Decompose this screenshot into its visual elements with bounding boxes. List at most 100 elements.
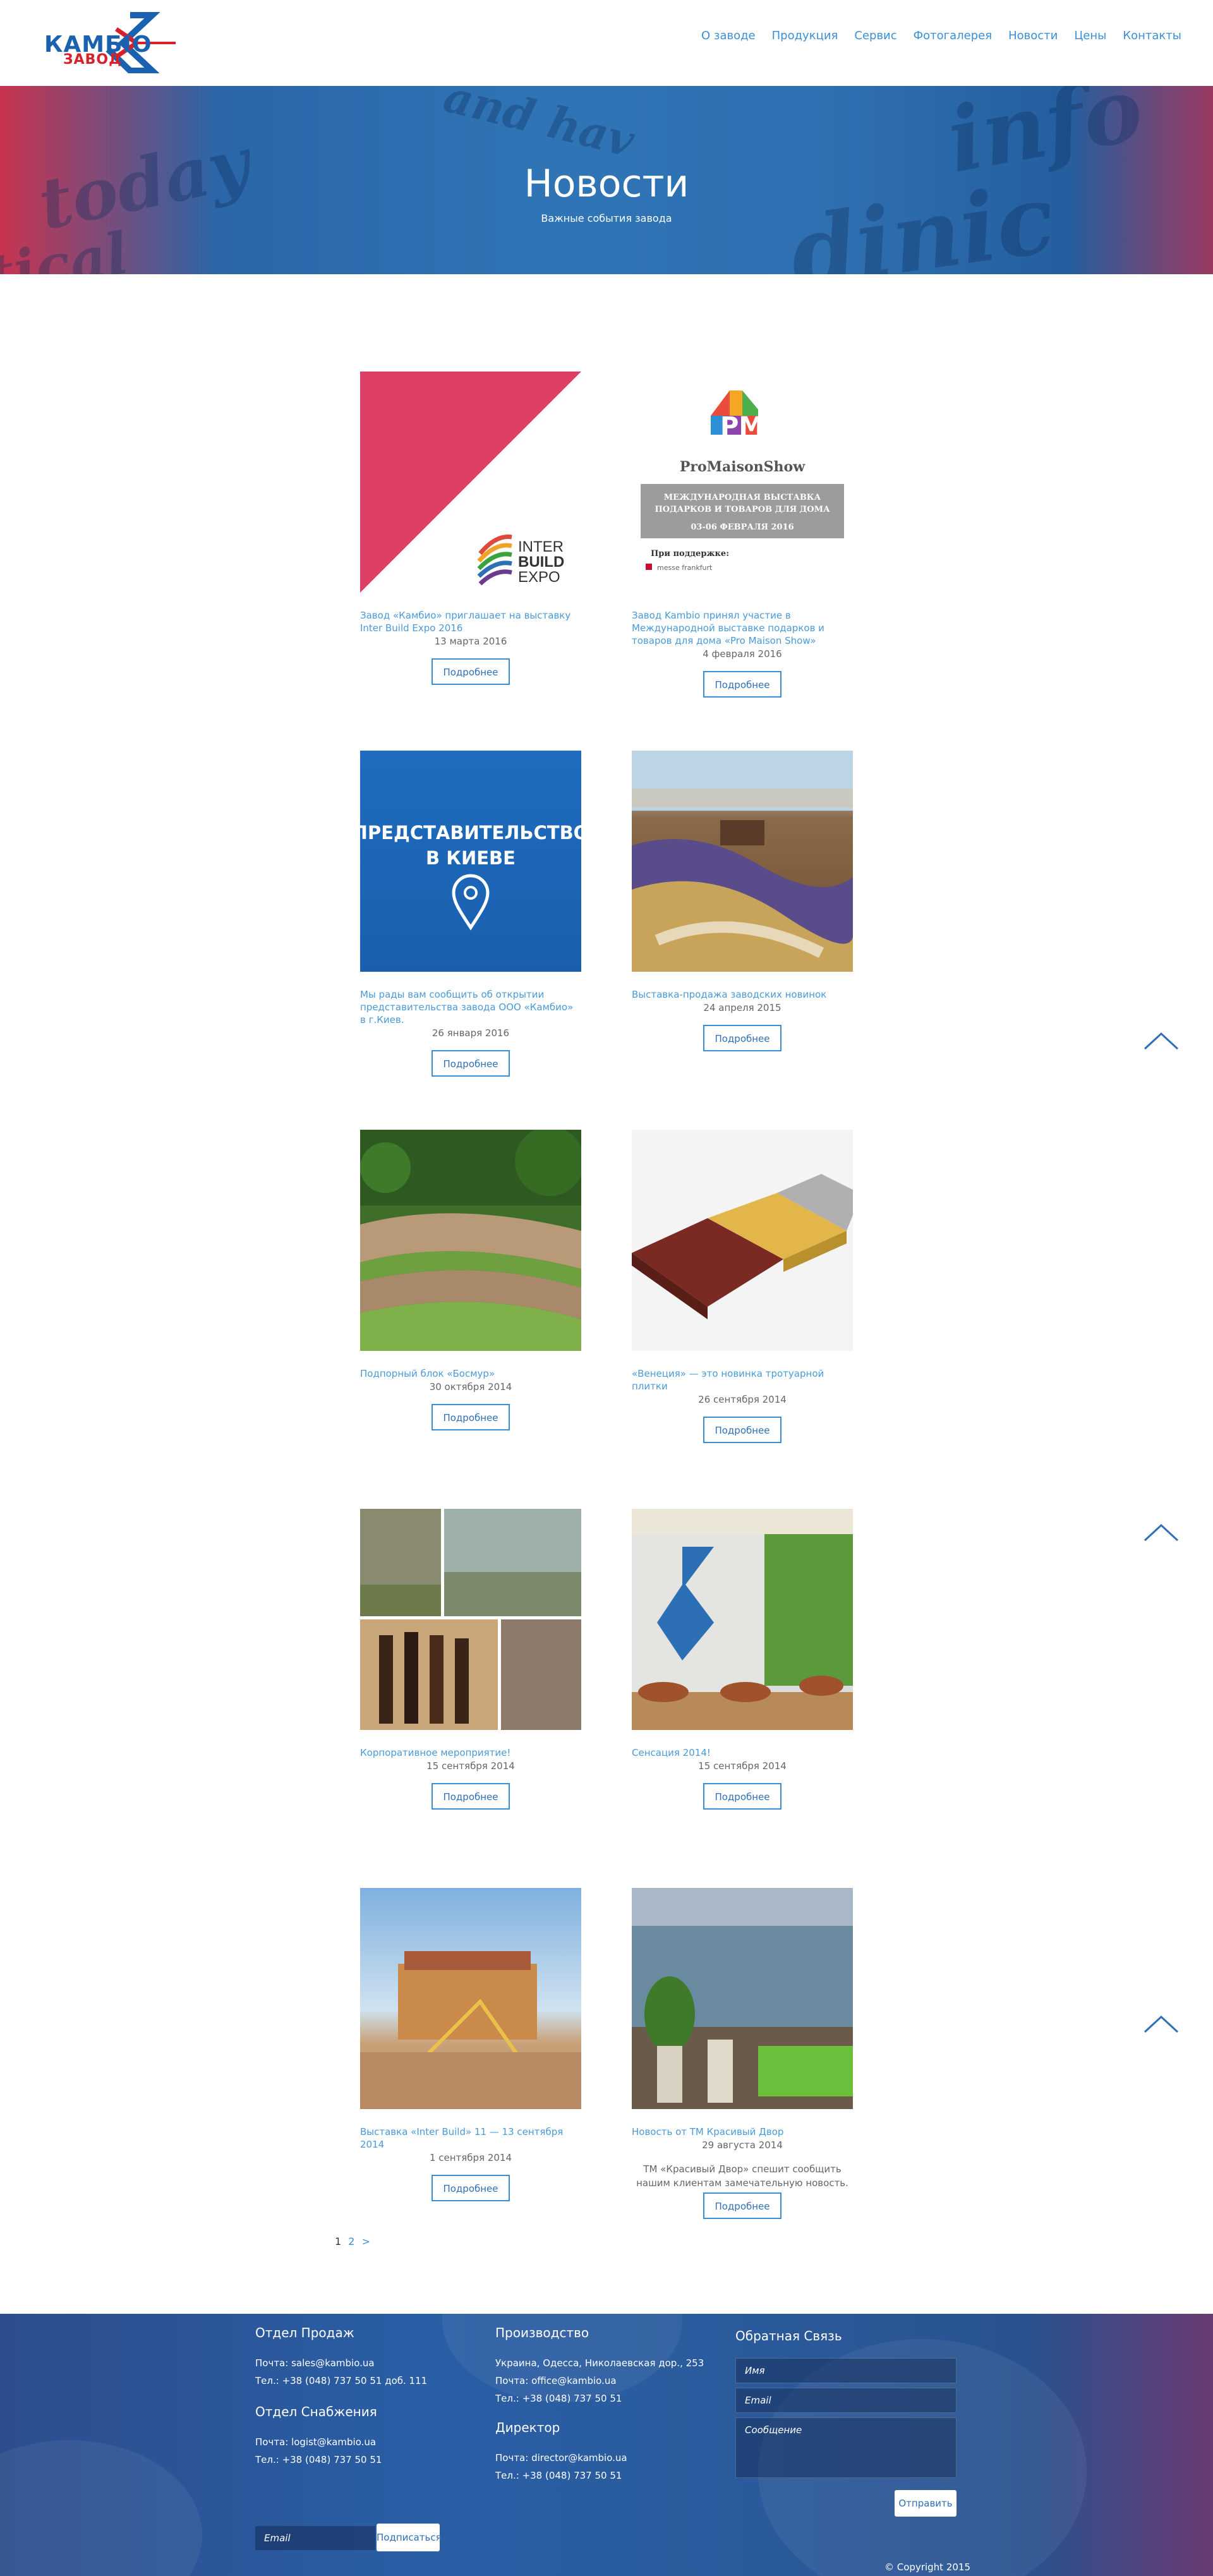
news-image-corporate-event[interactable] bbox=[360, 1509, 581, 1730]
news-date: 24 апреля 2015 bbox=[703, 1002, 782, 1013]
feedback-email-input[interactable]: Email bbox=[735, 2388, 957, 2413]
nav-prices[interactable]: Цены bbox=[1074, 29, 1106, 42]
more-button[interactable]: Подробнее bbox=[703, 1025, 782, 1051]
footer-supply-mail[interactable]: Почта: logist@kambio.ua bbox=[255, 2433, 382, 2451]
logo-word-zavod: ЗАВОД bbox=[63, 52, 122, 68]
site-header: КАМБІО ЗАВОД О заводе Продукция Сервис Ф… bbox=[0, 0, 1213, 86]
news-image-bosmur[interactable] bbox=[360, 1130, 581, 1351]
footer-sales: Отдел Продаж Почта: sales@kambio.ua Тел.… bbox=[255, 2325, 427, 2390]
more-button[interactable]: Подробнее bbox=[431, 1050, 510, 1077]
logo[interactable]: КАМБІО ЗАВОД bbox=[42, 10, 176, 73]
news-date: 15 сентября 2014 bbox=[698, 1760, 787, 1772]
svg-text:messe frankfurt: messe frankfurt bbox=[657, 564, 713, 572]
footer-production-title: Производство bbox=[495, 2325, 589, 2340]
footer-sales-phone: Тел.: +38 (048) 737 50 51 доб. 111 bbox=[255, 2375, 428, 2386]
page-title: Новости bbox=[524, 162, 689, 206]
footer-director-mail[interactable]: Почта: director@kambio.ua bbox=[495, 2449, 627, 2467]
scroll-up-icon[interactable] bbox=[1144, 1523, 1179, 1542]
news-title[interactable]: Выставка «Inter Build» 11 — 13 сентября … bbox=[360, 2126, 581, 2151]
svg-text:МЕЖДУНАРОДНАЯ ВЫСТАВКА: МЕЖДУНАРОДНАЯ ВЫСТАВКА bbox=[664, 493, 821, 502]
more-button[interactable]: Подробнее bbox=[703, 2192, 782, 2219]
news-date: 1 сентября 2014 bbox=[429, 2152, 512, 2163]
nav-gallery[interactable]: Фотогалерея bbox=[914, 29, 992, 42]
nav-about[interactable]: О заводе bbox=[701, 29, 756, 42]
news-date: 26 сентября 2014 bbox=[698, 1394, 787, 1405]
feedback-message-textarea[interactable]: Сообщение bbox=[735, 2417, 957, 2478]
more-button[interactable]: Подробнее bbox=[431, 658, 510, 685]
more-button[interactable]: Подробнее bbox=[431, 1783, 510, 1810]
news-date: 4 февраля 2016 bbox=[703, 648, 782, 660]
copyright: © Copyright 2015 bbox=[884, 2561, 971, 2573]
news-title[interactable]: Корпоративное мероприятие! bbox=[360, 1746, 581, 1759]
page-subtitle: Важные события завода bbox=[541, 212, 672, 224]
news-title[interactable]: Сенсация 2014! bbox=[632, 1746, 853, 1759]
news-title[interactable]: «Венеция» — это новинка тротуарной плитк… bbox=[632, 1367, 853, 1393]
svg-text:EXPO: EXPO bbox=[518, 569, 560, 586]
news-card: «Венеция» — это новинка тротуарной плитк… bbox=[632, 1130, 853, 1443]
news-date: 26 января 2016 bbox=[431, 1027, 510, 1039]
footer-production-mail[interactable]: Почта: office@kambio.ua bbox=[495, 2372, 704, 2390]
more-button[interactable]: Подробнее bbox=[703, 1417, 782, 1443]
news-date: 30 октября 2014 bbox=[429, 1381, 512, 1393]
footer-director-phone: Тел.: +38 (048) 737 50 51 bbox=[495, 2470, 622, 2481]
svg-text:03-06 ФЕВРАЛЯ 2016: 03-06 ФЕВРАЛЯ 2016 bbox=[691, 523, 794, 532]
kiev-office-graphic: ПРЕДСТАВИТЕЛЬСТВО В КИЕВЕ bbox=[360, 822, 581, 931]
svg-text:ПОДАРКОВ И ТОВАРОВ ДЛЯ ДОМА: ПОДАРКОВ И ТОВАРОВ ДЛЯ ДОМА bbox=[655, 505, 830, 514]
news-title[interactable]: Завод «Камбио» приглашает на выставку In… bbox=[360, 609, 581, 634]
nav-products[interactable]: Продукция bbox=[772, 29, 838, 42]
news-card: Выставка-продажа заводских новинок 24 ап… bbox=[632, 751, 853, 1051]
news-date: 29 августа 2014 bbox=[702, 2139, 783, 2151]
more-button[interactable]: Подробнее bbox=[703, 1783, 782, 1810]
news-title[interactable]: Выставка-продажа заводских новинок bbox=[632, 988, 853, 1001]
svg-text:INTER: INTER bbox=[518, 538, 564, 555]
page-banner: today tical and hav dinic info Новости В… bbox=[0, 86, 1213, 274]
news-date: 13 марта 2016 bbox=[434, 636, 507, 647]
news-card: Выставка «Inter Build» 11 — 13 сентября … bbox=[360, 1888, 581, 2201]
more-button[interactable]: Подробнее bbox=[703, 671, 782, 698]
svg-text:BUILD: BUILD bbox=[518, 553, 564, 571]
feedback-title: Обратная Связь bbox=[735, 2328, 842, 2343]
subscribe-email-input[interactable]: Email bbox=[255, 2526, 375, 2550]
footer-production-phone: Тел.: +38 (048) 737 50 51 bbox=[495, 2393, 622, 2404]
news-image-promaisonshow[interactable]: PMS ProMaisonShow МЕЖДУНАРОДНАЯ ВЫСТАВКА… bbox=[632, 372, 853, 593]
news-title[interactable]: Мы рады вам сообщить об открытии предста… bbox=[360, 988, 581, 1026]
nav-service[interactable]: Сервис bbox=[854, 29, 896, 42]
scroll-up-icon[interactable] bbox=[1144, 2014, 1179, 2033]
subscribe-button[interactable]: Подписаться bbox=[377, 2524, 442, 2551]
footer-feedback: Обратная Связь bbox=[735, 2328, 842, 2357]
page-2-link[interactable]: 2 bbox=[348, 2235, 354, 2247]
news-date: 15 сентября 2014 bbox=[426, 1760, 515, 1772]
footer-supply: Отдел Снабжения Почта: logist@kambio.ua … bbox=[255, 2404, 382, 2469]
feedback-send-button[interactable]: Отправить bbox=[895, 2490, 957, 2517]
nav-news[interactable]: Новости bbox=[1008, 29, 1058, 42]
news-title[interactable]: Новость от ТМ Красивый Двор bbox=[632, 2126, 853, 2138]
page-current: 1 bbox=[335, 2235, 342, 2247]
pms-graphic: PMS ProMaisonShow МЕЖДУНАРОДНАЯ ВЫСТАВКА… bbox=[641, 390, 844, 572]
more-button[interactable]: Подробнее bbox=[431, 1404, 510, 1430]
news-title[interactable]: Подпорный блок «Босмур» bbox=[360, 1367, 581, 1380]
footer-supply-title: Отдел Снабжения bbox=[255, 2404, 377, 2419]
news-image-venice-tile[interactable] bbox=[632, 1130, 853, 1351]
news-image-krasivy-dvor[interactable] bbox=[632, 1888, 853, 2109]
footer-sales-mail[interactable]: Почта: sales@kambio.ua bbox=[255, 2354, 427, 2372]
scroll-up-icon[interactable] bbox=[1144, 1031, 1179, 1050]
news-card: INTER BUILD EXPO Завод «Камбио» приглаша… bbox=[360, 372, 581, 685]
nav-contacts[interactable]: Контакты bbox=[1123, 29, 1181, 42]
map-pin-icon bbox=[452, 874, 490, 931]
svg-text:PMS: PMS bbox=[720, 412, 782, 441]
svg-text:ПРЕДСТАВИТЕЛЬСТВО: ПРЕДСТАВИТЕЛЬСТВО bbox=[360, 822, 581, 844]
news-image-interbuild[interactable]: INTER BUILD EXPO bbox=[360, 372, 581, 593]
news-card: ПРЕДСТАВИТЕЛЬСТВО В КИЕВЕ Мы рады вам со… bbox=[360, 751, 581, 1077]
news-image-kiev-office[interactable]: ПРЕДСТАВИТЕЛЬСТВО В КИЕВЕ bbox=[360, 751, 581, 972]
main-nav: О заводе Продукция Сервис Фотогалерея Но… bbox=[685, 29, 1181, 42]
footer-production-address: Украина, Одесса, Николаевская дор., 253 bbox=[495, 2357, 704, 2369]
news-title[interactable]: Завод Kambio принял участие в Международ… bbox=[632, 609, 853, 647]
news-image-exhibition-sale[interactable] bbox=[632, 751, 853, 972]
news-image-inter-build-2014[interactable] bbox=[360, 1888, 581, 2109]
news-image-sensation-2014[interactable] bbox=[632, 1509, 853, 1730]
more-button[interactable]: Подробнее bbox=[431, 2175, 510, 2201]
feedback-name-input[interactable]: Имя bbox=[735, 2358, 957, 2383]
svg-text:ProMaisonShow: ProMaisonShow bbox=[680, 459, 806, 475]
page-next-link[interactable]: > bbox=[362, 2235, 370, 2247]
svg-text:При поддержке:: При поддержке: bbox=[651, 549, 729, 559]
